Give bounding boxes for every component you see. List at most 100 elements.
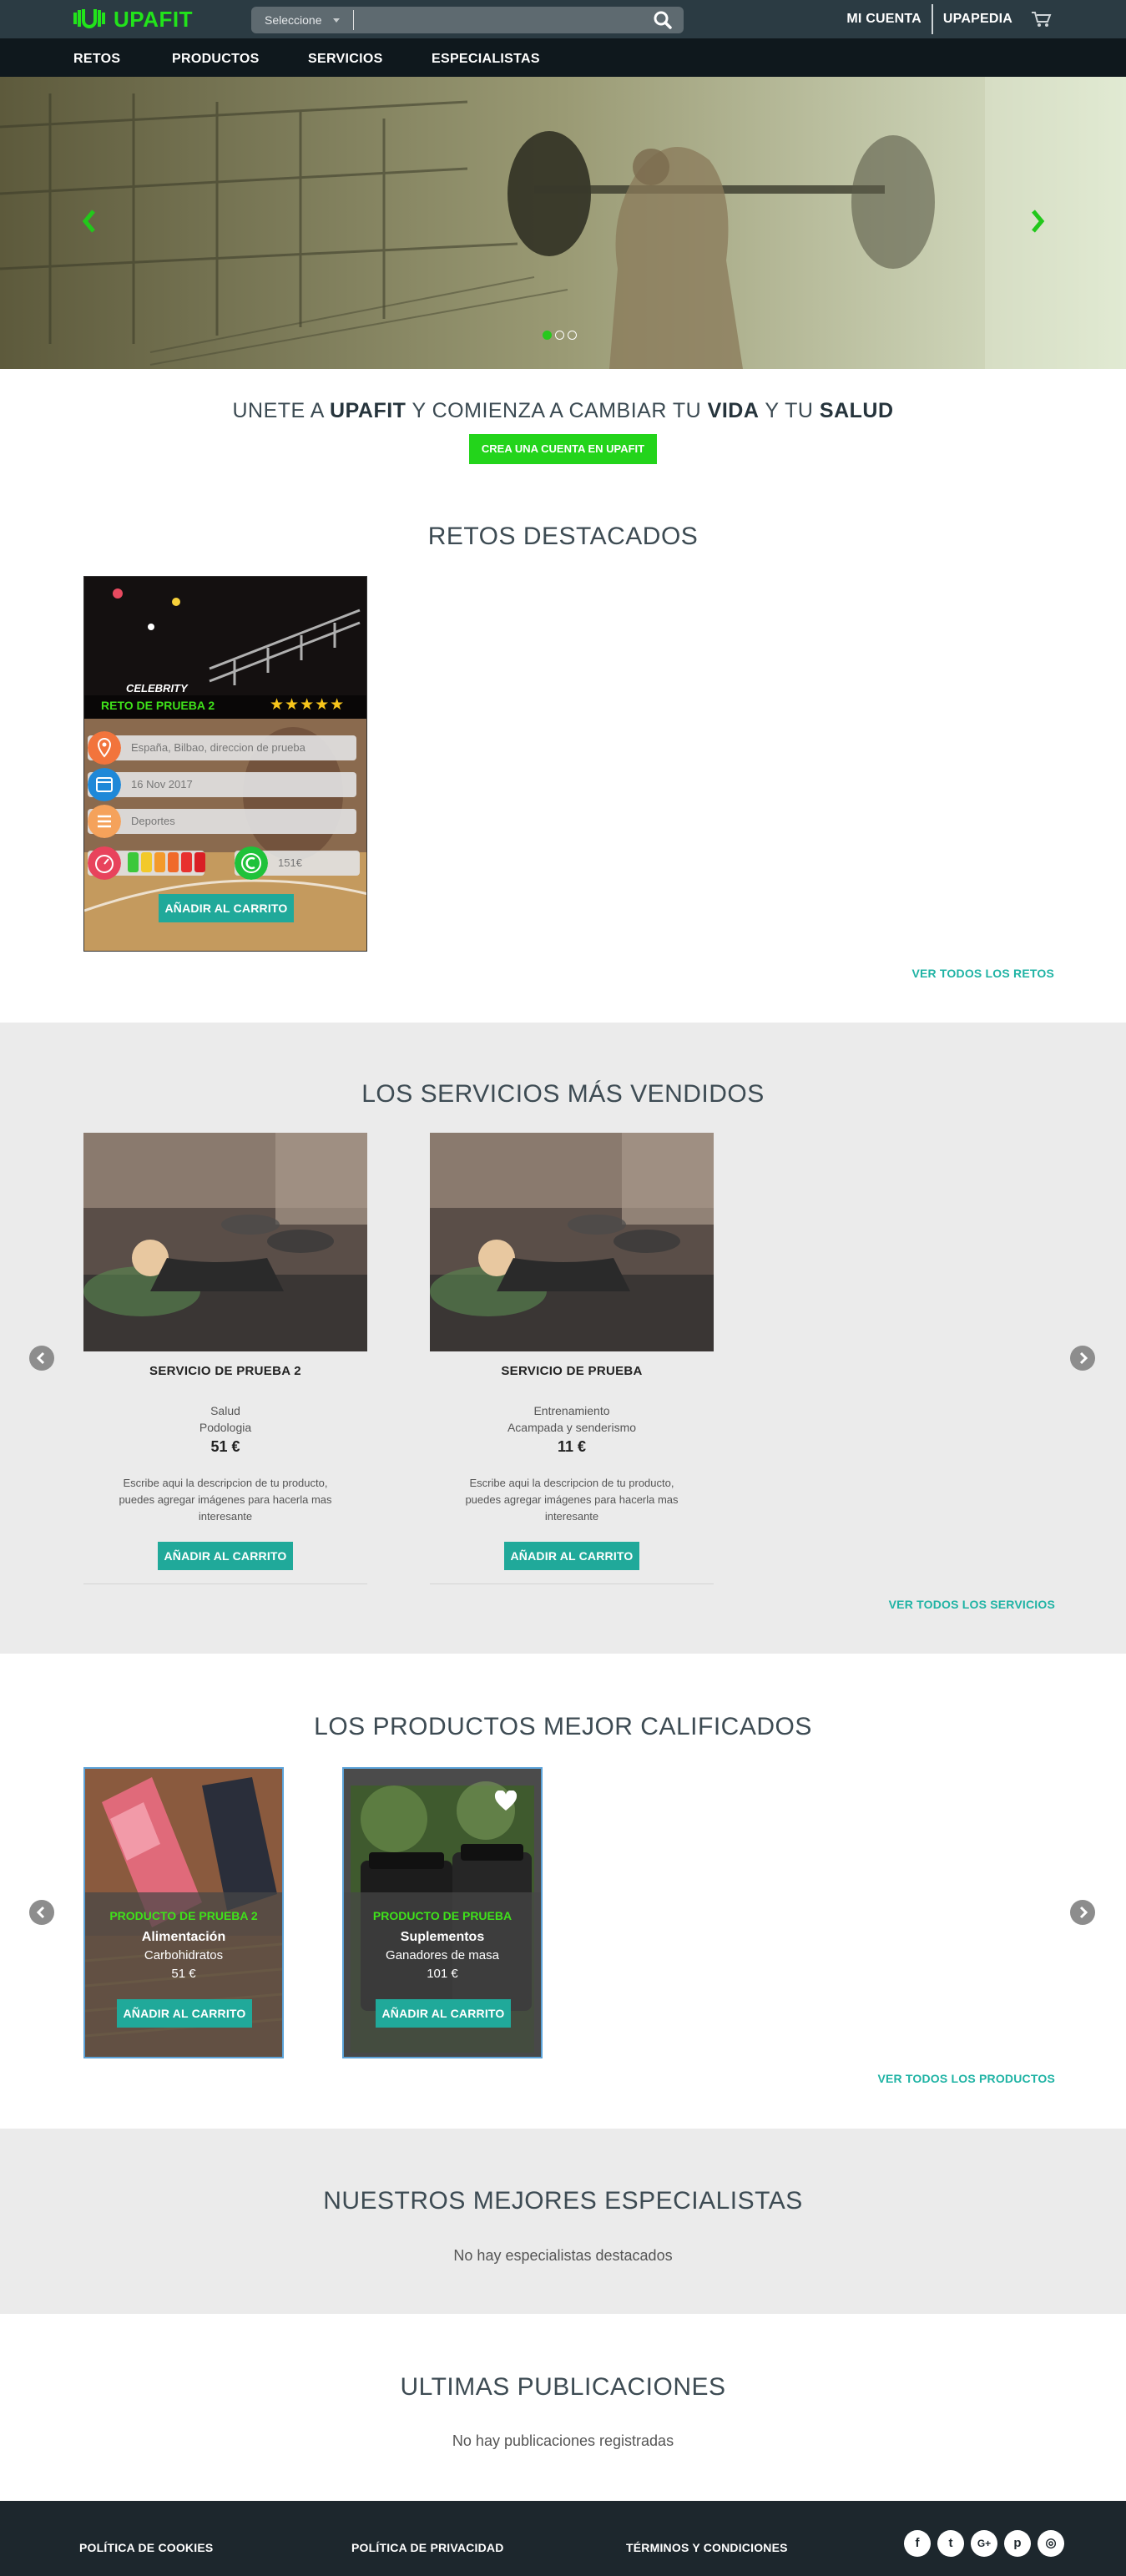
chevron-left-icon — [36, 1906, 45, 1919]
upapedia-link[interactable]: UPAPEDIA — [931, 4, 1022, 34]
carousel-dot[interactable] — [555, 331, 564, 340]
carousel-dot[interactable] — [568, 331, 577, 340]
service-subcategory: Acampada y senderismo — [507, 1421, 637, 1434]
location-pin-icon — [88, 731, 121, 765]
servicios-next-button[interactable] — [1070, 1346, 1095, 1371]
product-subcategory: Carbohidratos — [144, 1948, 224, 1962]
service-description: Escribe aqui la descripcion de tu produc… — [119, 1477, 332, 1523]
product-name[interactable]: PRODUCTO DE PRUEBA — [344, 1909, 541, 1922]
search-bar: Seleccione — [251, 7, 684, 33]
hero-image — [0, 77, 1126, 369]
product-price: 51 € — [171, 1967, 196, 1981]
join-text-bold: VIDA — [707, 399, 760, 422]
nav-item-productos[interactable]: PRODUCTOS — [172, 38, 260, 77]
see-all-retos-link[interactable]: VER TODOS LOS RETOS — [911, 967, 1054, 980]
retos-title: RETOS DESTACADOS — [427, 523, 699, 550]
difficulty-bar — [141, 852, 152, 872]
productos-prev-button[interactable] — [29, 1900, 54, 1925]
join-text: Y TU — [759, 399, 820, 422]
servicios-prev-button[interactable] — [29, 1346, 54, 1371]
productos-next-button[interactable] — [1070, 1900, 1095, 1925]
top-bar: UPAFIT Seleccione MI CUENTA UPAPEDIA — [0, 0, 1126, 38]
reto-category: Deportes — [88, 809, 356, 834]
product-card[interactable]: PRODUCTO DE PRUEBA 2 Alimentación Carboh… — [83, 1767, 284, 2058]
coin-icon — [235, 846, 268, 880]
join-text-bold: UPAFIT — [330, 399, 406, 422]
chevron-right-icon — [1079, 1351, 1088, 1365]
difficulty-bar — [128, 852, 139, 872]
twitter-icon[interactable]: t — [937, 2530, 964, 2557]
search-input[interactable] — [354, 7, 642, 33]
service-subcategory: Podologia — [199, 1421, 252, 1434]
product-price: 101 € — [427, 1967, 458, 1981]
add-to-cart-button[interactable]: AÑADIR AL CARRITO — [376, 1999, 511, 2028]
carousel-next-icon[interactable] — [1030, 206, 1047, 236]
service-title[interactable]: SERVICIO DE PRUEBA 2 — [83, 1364, 367, 1378]
product-subcategory: Ganadores de masa — [386, 1948, 499, 1962]
chevron-down-icon — [333, 18, 340, 23]
service-title[interactable]: SERVICIO DE PRUEBA — [430, 1364, 714, 1378]
product-card[interactable]: PRODUCTO DE PRUEBA Suplementos Ganadores… — [342, 1767, 543, 2058]
reto-name[interactable]: RETO DE PRUEBA 2 — [101, 699, 215, 712]
terms-link[interactable]: TÉRMINOS Y CONDICIONES — [626, 2541, 788, 2554]
main-nav: RETOS PRODUCTOS SERVICIOS ESPECIALISTAS — [0, 38, 1126, 77]
service-category: Entrenamiento — [533, 1404, 610, 1417]
create-account-button[interactable]: CREA UNA CUENTA EN UPAFIT — [469, 434, 657, 464]
nav-item-retos[interactable]: RETOS — [73, 38, 120, 77]
account-links: MI CUENTA UPAPEDIA — [836, 0, 1053, 38]
list-icon — [88, 805, 121, 838]
my-account-link[interactable]: MI CUENTA — [836, 4, 932, 34]
service-image[interactable] — [430, 1133, 714, 1351]
pinterest-icon[interactable]: p — [1004, 2530, 1031, 2557]
logo[interactable]: UPAFIT — [73, 7, 193, 32]
see-all-servicios-link[interactable]: VER TODOS LOS SERVICIOS — [889, 1598, 1055, 1611]
service-photo — [430, 1133, 714, 1351]
add-to-cart-button[interactable]: AÑADIR AL CARRITO — [504, 1542, 639, 1570]
product-name[interactable]: PRODUCTO DE PRUEBA 2 — [85, 1909, 282, 1922]
gauge-icon — [88, 846, 121, 880]
add-to-cart-button[interactable]: AÑADIR AL CARRITO — [117, 1999, 252, 2028]
carousel-indicators — [543, 331, 577, 340]
difficulty-bar — [194, 852, 205, 872]
difficulty-bar — [181, 852, 192, 872]
facebook-icon[interactable]: f — [904, 2530, 931, 2557]
join-text: Y COMIENZA A CAMBIAR TU — [406, 399, 708, 422]
chevron-right-icon — [1079, 1906, 1088, 1919]
cookies-policy-link[interactable]: POLÍTICA DE COOKIES — [79, 2541, 213, 2554]
logo-icon — [73, 9, 105, 28]
difficulty-bars — [128, 852, 205, 872]
carousel-prev-icon[interactable] — [80, 206, 97, 236]
divider — [83, 1583, 367, 1584]
footer: POLÍTICA DE COOKIES POLÍTICA DE PRIVACID… — [0, 2501, 1126, 2576]
search-icon[interactable] — [650, 9, 675, 31]
service-photo — [83, 1133, 367, 1351]
add-to-cart-button[interactable]: AÑADIR AL CARRITO — [159, 894, 294, 922]
hero-carousel — [0, 77, 1126, 369]
publicaciones-empty-message: No hay publicaciones registradas — [452, 2432, 674, 2449]
especialistas-section — [0, 2129, 1126, 2314]
category-select-label: Seleccione — [265, 13, 322, 27]
join-text: UNETE A — [232, 399, 331, 422]
instagram-icon[interactable]: ◎ — [1038, 2530, 1064, 2557]
especialistas-title: NUESTROS MEJORES ESPECIALISTAS — [323, 2187, 803, 2215]
cart-icon[interactable] — [1031, 10, 1053, 28]
heart-icon[interactable] — [494, 1791, 518, 1812]
nav-item-servicios[interactable]: SERVICIOS — [308, 38, 383, 77]
google-plus-icon[interactable]: G+ — [971, 2530, 997, 2557]
service-image[interactable] — [83, 1133, 367, 1351]
service-price: 51 € — [210, 1438, 240, 1455]
reto-card[interactable]: CELEBRITY RETO DE PRUEBA 2 ★★★★★ España,… — [83, 576, 367, 952]
join-headline: UNETE A UPAFIT Y COMIENZA A CAMBIAR TU V… — [0, 399, 1126, 423]
category-select[interactable]: Seleccione — [251, 7, 353, 33]
servicios-title: LOS SERVICIOS MÁS VENDIDOS — [361, 1080, 765, 1108]
carousel-dot[interactable] — [543, 331, 552, 340]
nav-item-especialistas[interactable]: ESPECIALISTAS — [432, 38, 540, 77]
privacy-policy-link[interactable]: POLÍTICA DE PRIVACIDAD — [351, 2541, 504, 2554]
see-all-productos-link[interactable]: VER TODOS LOS PRODUCTOS — [877, 2072, 1055, 2085]
especialistas-empty-message: No hay especialistas destacados — [453, 2247, 673, 2264]
service-card: SERVICIO DE PRUEBA 2 Salud Podologia 51 … — [83, 1133, 367, 1584]
add-to-cart-button[interactable]: AÑADIR AL CARRITO — [158, 1542, 293, 1570]
reto-category-text: Deportes — [131, 815, 175, 827]
reto-date-text: 16 Nov 2017 — [131, 778, 193, 790]
difficulty-bar — [168, 852, 179, 872]
